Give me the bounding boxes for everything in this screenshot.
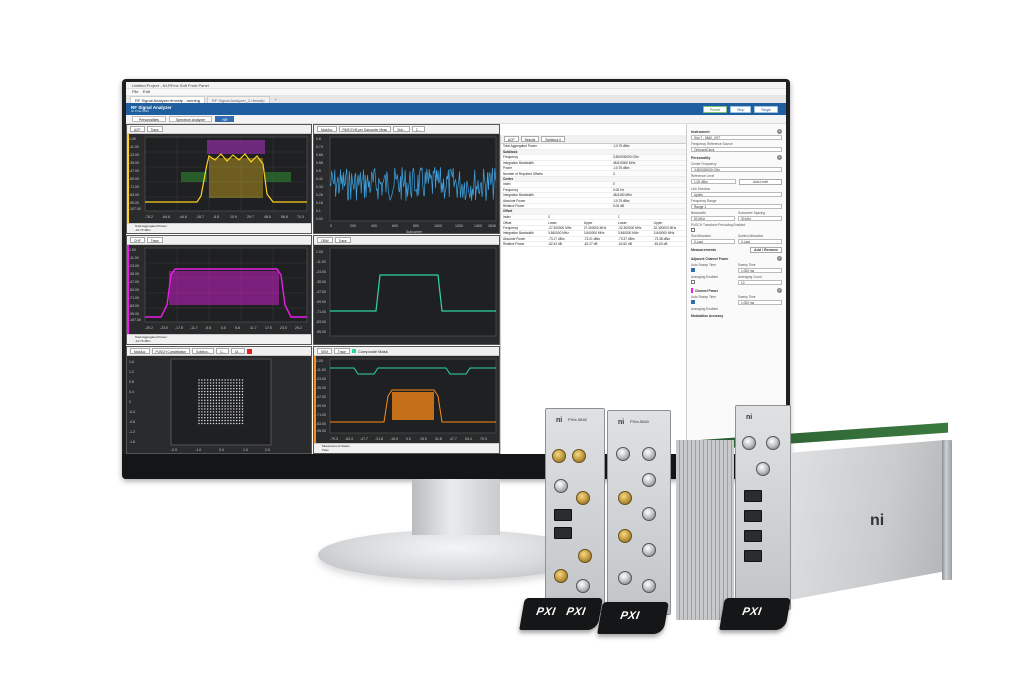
sma-connector-icon: [756, 462, 770, 476]
sma-connector-icon: [642, 473, 656, 487]
rf-connector-icon: [552, 449, 566, 463]
digital-port-icon: [744, 490, 762, 502]
module-2-ejector-handle[interactable]: PXI: [597, 602, 669, 634]
module-1-ni-logo: ni: [556, 417, 563, 424]
digital-port-icon: [744, 510, 762, 522]
sma-connector-icon: [554, 479, 568, 493]
pxi-logo: PXI: [619, 610, 641, 622]
chassis-rail: [942, 440, 952, 580]
module-3-faceplate: ni: [735, 405, 791, 610]
rf-connector-icon: [554, 569, 568, 583]
module-1-label: PXIe-5840: [568, 417, 587, 422]
digital-port-icon: [744, 530, 762, 542]
digital-port-icon: [744, 550, 762, 562]
sma-connector-icon: [742, 436, 756, 450]
sma-connector-icon: [642, 579, 656, 593]
sma-connector-icon: [576, 579, 590, 593]
module-2-label: PXIe-5840: [630, 419, 649, 424]
module-2-faceplate: ni PXIe-5840: [607, 410, 671, 615]
pxi-logo: PXI: [741, 606, 763, 618]
sma-connector-icon: [642, 447, 656, 461]
pxi-hardware: ni ni PXIe-5840 PXI PXI ni PXIe-5840 PXI…: [0, 0, 1024, 683]
digital-port-icon: [554, 509, 572, 521]
module-2-ni-logo: ni: [618, 419, 625, 426]
rf-connector-icon: [618, 529, 632, 543]
sma-connector-icon: [618, 571, 632, 585]
chassis-side-panel: [790, 440, 945, 600]
sma-connector-icon: [642, 543, 656, 557]
pxi-logo: PXI: [565, 606, 587, 618]
digital-port-icon: [554, 527, 572, 539]
module-3-ni-logo: ni: [746, 414, 753, 421]
sma-connector-icon: [616, 447, 630, 461]
rf-connector-icon: [572, 449, 586, 463]
module-1-faceplate: ni PXIe-5840: [545, 408, 605, 613]
module-1-ejector-handle[interactable]: PXI PXI: [519, 598, 603, 630]
sma-connector-icon: [642, 507, 656, 521]
module-3-ejector-handle[interactable]: PXI: [719, 598, 791, 630]
sma-connector-icon: [766, 436, 780, 450]
rf-connector-icon: [578, 549, 592, 563]
rf-connector-icon: [576, 491, 590, 505]
ni-logo: ni: [870, 512, 885, 529]
product-composite: Untitled Project - NI-RFmx Soft Front Pa…: [0, 0, 1024, 683]
pxi-logo: PXI: [535, 606, 557, 618]
rf-connector-icon: [618, 491, 632, 505]
heatsink-fins: [676, 440, 734, 620]
